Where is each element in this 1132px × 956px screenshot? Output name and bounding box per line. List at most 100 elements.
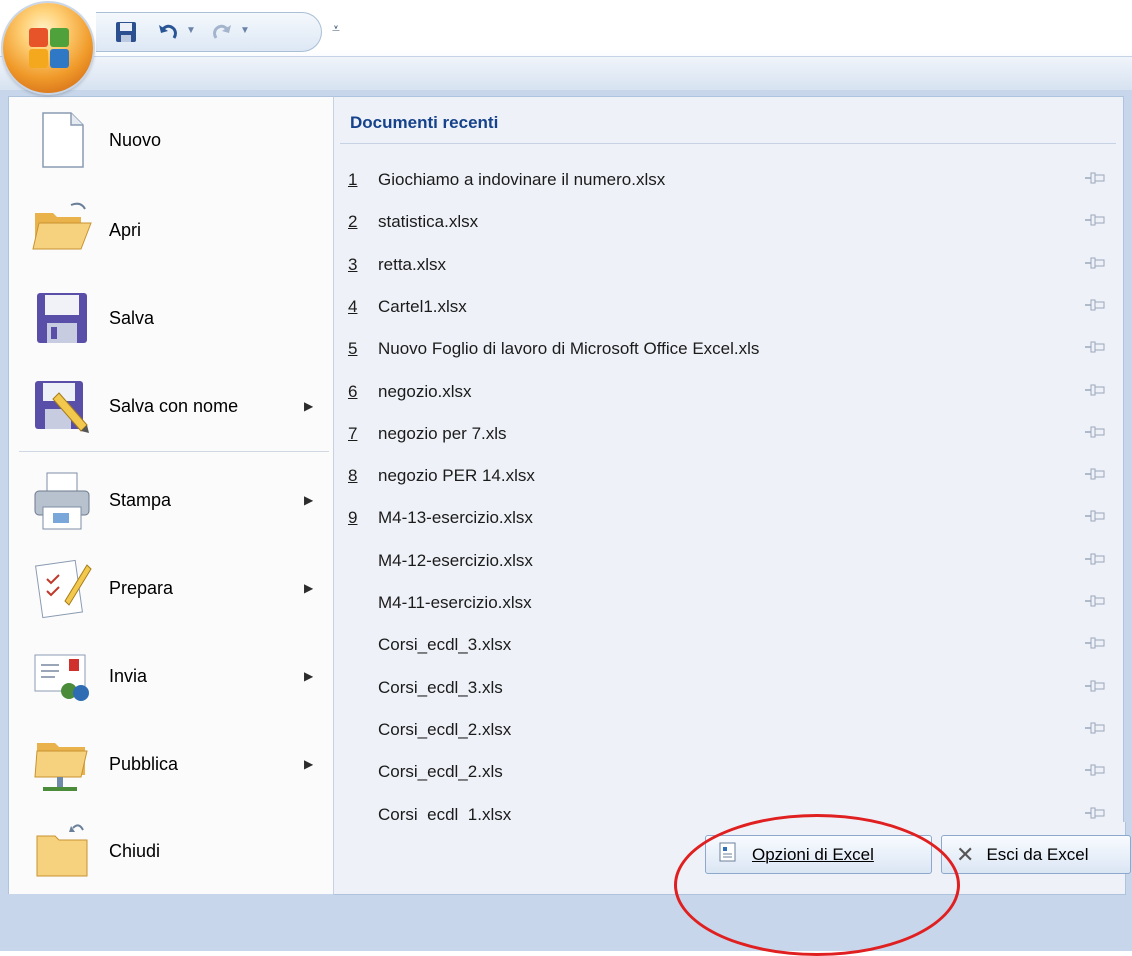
command-publish[interactable]: Pubblica ▶ (9, 721, 333, 807)
pin-icon[interactable] (1084, 296, 1106, 314)
recent-document-item[interactable]: 9 M4-13-esercizio.xlsx (334, 497, 1123, 539)
recent-document-item[interactable]: 3 retta.xlsx (334, 244, 1123, 286)
recent-document-item[interactable]: 8 negozio PER 14.xlsx (334, 455, 1123, 497)
recent-document-item[interactable]: 2 statistica.xlsx (334, 201, 1123, 243)
pin-icon[interactable] (1084, 804, 1106, 822)
recent-document-item[interactable]: Corsi_ecdl_2.xlsx (334, 709, 1123, 751)
recent-document-name: Nuovo Foglio di lavoro di Microsoft Offi… (378, 339, 760, 359)
save-disk-icon (29, 285, 95, 351)
command-save-as[interactable]: Salva con nome ▶ (9, 363, 333, 449)
excel-options-button[interactable]: Opzioni di Excel (705, 835, 932, 874)
recent-document-item[interactable]: Corsi_ecdl_2.xls (334, 751, 1123, 793)
new-document-icon (29, 107, 95, 173)
recent-documents-header: Documenti recenti (350, 113, 499, 132)
pin-icon[interactable] (1084, 761, 1106, 779)
command-label: Prepara (109, 577, 174, 598)
pin-icon[interactable] (1084, 211, 1106, 229)
pin-icon[interactable] (1084, 507, 1106, 525)
command-label: Chiudi (109, 840, 161, 861)
quick-access-toolbar: ▼ ▼ (96, 12, 322, 52)
command-prepare[interactable]: Prepara ▶ (9, 545, 333, 631)
command-label: Salva con nome (109, 395, 239, 416)
recent-document-item[interactable]: Corsi_ecdl_3.xlsx (334, 624, 1123, 666)
pin-icon[interactable] (1084, 465, 1106, 483)
pin-icon[interactable] (1084, 592, 1106, 610)
exit-excel-button[interactable]: ✕ Esci da Excel (941, 835, 1131, 874)
printer-icon (29, 467, 95, 533)
recent-document-number: 7 (348, 423, 358, 443)
command-close[interactable]: Chiudi (8, 808, 334, 894)
exit-excel-label: Esci da Excel (986, 844, 1089, 864)
command-send[interactable]: Invia ▶ (9, 633, 333, 719)
pin-icon[interactable] (1084, 338, 1106, 356)
command-label: Stampa (109, 489, 172, 510)
command-print[interactable]: Stampa ▶ (9, 457, 333, 543)
recent-document-name: Corsi_ecdl_3.xls (378, 677, 503, 697)
command-label: Nuovo (109, 129, 162, 150)
pin-icon[interactable] (1084, 381, 1106, 399)
command-label: Salva (109, 307, 155, 328)
recent-document-name: Corsi_ecdl_2.xlsx (378, 719, 512, 739)
submenu-arrow-icon: ▶ (304, 757, 314, 771)
command-new[interactable]: Nuovo (9, 97, 333, 183)
recent-document-name: M4-13-esercizio.xlsx (378, 508, 533, 528)
close-folder-icon (29, 818, 95, 884)
separator (19, 451, 329, 452)
command-label: Apri (109, 219, 142, 240)
publish-icon (29, 731, 95, 797)
recent-document-number: 6 (348, 381, 358, 401)
submenu-arrow-icon: ▶ (304, 399, 314, 413)
recent-document-name: M4-11-esercizio.xlsx (378, 593, 532, 612)
recent-document-item[interactable]: 7 negozio per 7.xls (334, 413, 1123, 455)
command-label: Pubblica (109, 753, 179, 774)
recent-document-name: negozio PER 14.xlsx (378, 466, 535, 486)
recent-document-number: 3 (348, 254, 358, 274)
pin-icon[interactable] (1084, 677, 1106, 695)
options-icon (718, 842, 738, 867)
header-divider (340, 143, 1116, 144)
recent-documents-panel: Documenti recenti 1 Giochiamo a indovinar… (333, 96, 1124, 866)
undo-dropdown-icon[interactable]: ▼ (186, 25, 196, 36)
recent-document-number: 2 (348, 212, 358, 232)
recent-document-item[interactable]: 4 Cartel1.xlsx (334, 286, 1123, 328)
send-icon (29, 643, 95, 709)
undo-icon[interactable] (156, 21, 180, 43)
recent-document-item[interactable]: 1 Giochiamo a indovinare il numero.xlsx (334, 159, 1123, 201)
excel-options-label: Opzioni di Excel (752, 844, 874, 864)
recent-document-item[interactable]: M4-11-esercizio.xlsx (334, 582, 1123, 624)
command-list: Nuovo Apri Salva Salva con nome ▶ Stampa… (8, 96, 334, 823)
recent-document-name: negozio.xlsx (378, 381, 472, 401)
pin-icon[interactable] (1084, 719, 1106, 737)
pin-icon[interactable] (1084, 550, 1106, 568)
recent-document-name: negozio per 7.xls (378, 423, 507, 443)
recent-document-number: 1 (348, 170, 358, 189)
pin-icon[interactable] (1084, 634, 1106, 652)
recent-document-item[interactable]: 6 negozio.xlsx (334, 371, 1123, 413)
submenu-arrow-icon: ▶ (304, 493, 314, 507)
save-as-icon (29, 373, 95, 439)
office-menu: Nuovo Apri Salva Salva con nome ▶ Stampa… (0, 90, 1132, 951)
recent-document-item[interactable]: M4-12-esercizio.xlsx (334, 540, 1123, 582)
redo-icon[interactable] (210, 21, 234, 43)
office-button[interactable] (3, 3, 93, 93)
command-open[interactable]: Apri (9, 187, 333, 273)
recent-document-number: 5 (348, 339, 358, 359)
pin-icon[interactable] (1084, 423, 1106, 441)
save-icon[interactable] (114, 21, 138, 43)
recent-document-name: retta.xlsx (378, 254, 447, 274)
recent-document-item[interactable]: 5 Nuovo Foglio di lavoro di Microsoft Off… (334, 328, 1123, 370)
recent-document-name: Corsi_ecdl_3.xlsx (378, 635, 512, 655)
customize-icon[interactable]: ⩡ (332, 20, 340, 37)
open-folder-icon (29, 197, 95, 263)
submenu-arrow-icon: ▶ (304, 669, 314, 683)
recent-document-number: 9 (348, 508, 358, 528)
pin-icon[interactable] (1084, 169, 1106, 187)
recent-document-name: M4-12-esercizio.xlsx (378, 550, 533, 570)
pin-icon[interactable] (1084, 254, 1106, 272)
prepare-icon (29, 555, 95, 621)
recent-document-item[interactable]: Corsi_ecdl_3.xls (334, 667, 1123, 709)
recent-document-number: 8 (348, 466, 358, 486)
command-save[interactable]: Salva (9, 275, 333, 361)
redo-dropdown-icon[interactable]: ▼ (240, 25, 250, 36)
recent-document-number: 4 (348, 296, 358, 316)
